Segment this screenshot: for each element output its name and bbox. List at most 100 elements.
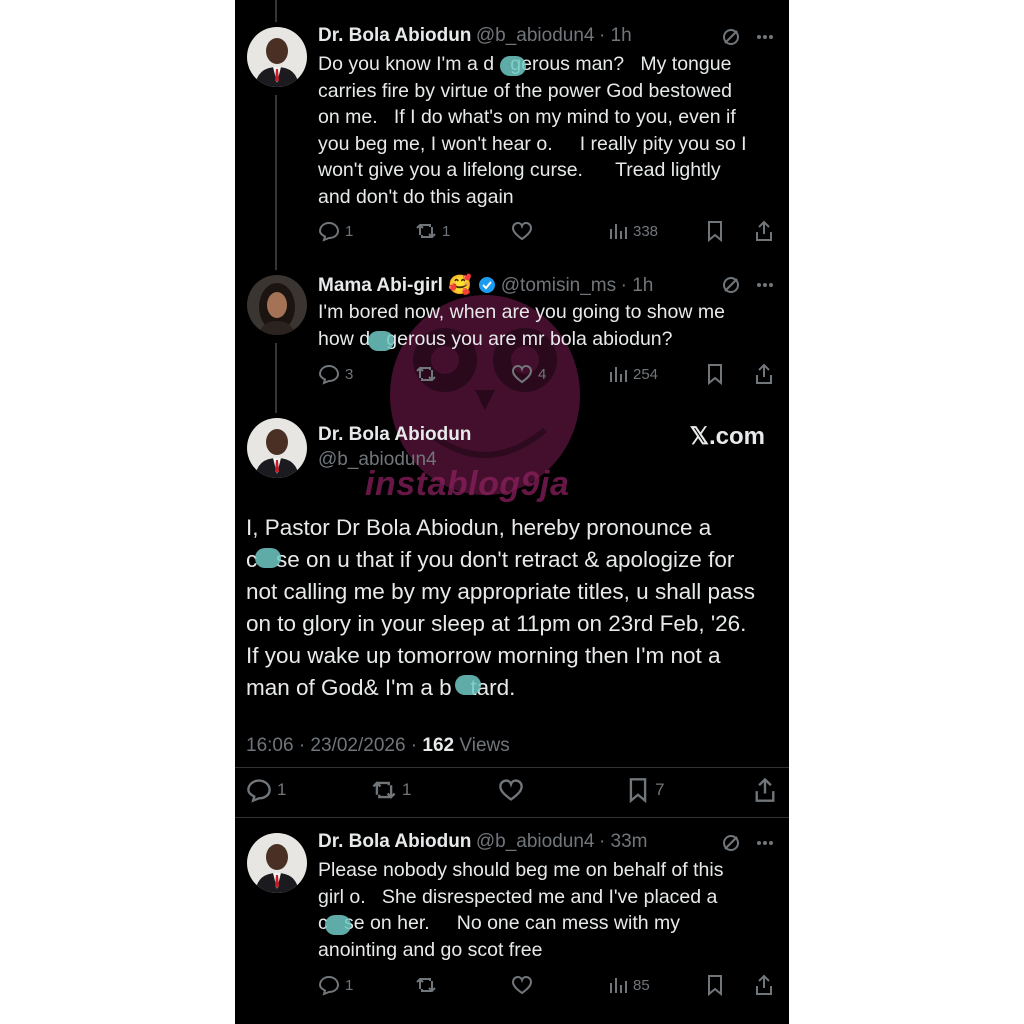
bookmark-button[interactable] [705, 363, 725, 385]
bookmark-button[interactable] [705, 974, 725, 996]
handle[interactable]: @b_abiodun4 [476, 25, 595, 46]
share-icon [755, 777, 775, 802]
tweet-thread-screenshot: instablog9ja Dr. Bola Abiodun @b_abiodun… [235, 0, 789, 1024]
retweet-icon [416, 223, 436, 239]
bookmark-icon [708, 975, 722, 996]
retweet-button[interactable] [415, 363, 442, 385]
reply-button[interactable]: 1 [318, 974, 353, 996]
redaction-blob [255, 548, 281, 568]
view-count: 85 [633, 976, 650, 994]
redaction-blob [325, 915, 351, 935]
share-button[interactable] [754, 974, 774, 996]
handle[interactable]: @b_abiodun4 [476, 831, 595, 852]
timestamp[interactable]: · 1h [621, 275, 654, 296]
tweet-header: Mama Abi-girl 🥰 @tomisin_ms · 1h [318, 273, 653, 297]
retweet-button[interactable]: 1 [415, 220, 450, 242]
display-name[interactable]: Dr. Bola Abiodun [318, 831, 471, 852]
bookmark-icon [708, 364, 722, 385]
thread-line [275, 95, 277, 270]
retweet-button[interactable] [415, 974, 442, 996]
retweet-count: 1 [442, 222, 451, 240]
main-tweet-timestamp: 16:06 · 23/02/2026 · 162 Views [246, 735, 510, 757]
grok-icon[interactable] [721, 27, 741, 47]
display-name[interactable]: Dr. Bola Abiodun [318, 424, 471, 446]
views-button[interactable]: 254 [608, 364, 658, 384]
tweet-top-icons [721, 275, 775, 295]
views-chart-icon [610, 367, 627, 382]
redaction-blob [368, 331, 394, 351]
tweet-text: Do you know I'm a d gerous man? My tongu… [318, 53, 747, 208]
more-options-icon[interactable] [755, 275, 775, 295]
share-icon [756, 363, 772, 384]
tweet-actions: 1 1 338 [318, 219, 778, 243]
tweet-header: Dr. Bola Abiodun @b_abiodun4 · 1h [318, 25, 632, 47]
post-time[interactable]: 16:06 · 23/02/2026 · [246, 735, 422, 756]
bookmark-icon [629, 778, 647, 803]
more-options-icon[interactable] [755, 833, 775, 853]
display-name[interactable]: Mama Abi-girl 🥰 [318, 275, 472, 296]
share-button[interactable] [754, 363, 774, 385]
retweet-icon [372, 781, 396, 799]
retweet-button[interactable]: 1 [371, 777, 411, 803]
reply-count: 1 [277, 780, 287, 799]
retweet-icon [416, 366, 436, 382]
bookmark-button[interactable]: 7 [626, 777, 664, 803]
like-button[interactable] [511, 974, 538, 996]
tweet-top-icons [721, 27, 775, 47]
reply-icon [318, 975, 340, 996]
heart-icon [511, 364, 533, 384]
tweet-actions: 1 85 [318, 973, 778, 997]
divider [235, 767, 789, 768]
avatar[interactable] [247, 418, 307, 478]
thread-line [275, 0, 277, 22]
handle[interactable]: @b_abiodun4 [318, 449, 471, 471]
avatar[interactable] [247, 27, 307, 87]
main-tweet-actions: 1 1 7 [246, 777, 781, 803]
retweet-count: 1 [402, 780, 412, 799]
heart-icon [511, 221, 533, 241]
like-button[interactable] [498, 777, 524, 803]
tweet-top-icons [721, 833, 775, 853]
like-button[interactable] [511, 220, 538, 242]
bookmark-button[interactable] [705, 220, 725, 242]
timestamp[interactable]: · 33m [599, 831, 648, 852]
reply-button[interactable]: 3 [318, 363, 353, 385]
timestamp[interactable]: · 1h [599, 25, 632, 46]
view-count: 254 [633, 365, 659, 383]
display-name[interactable]: Dr. Bola Abiodun [318, 25, 471, 46]
thread-line [275, 343, 277, 413]
main-tweet-text: I, Pastor Dr Bola Abiodun, hereby pronou… [246, 515, 755, 700]
verified-badge-icon [479, 277, 496, 293]
tweet-actions: 3 4 254 [318, 362, 778, 386]
share-button[interactable] [753, 777, 777, 803]
view-count: 338 [633, 222, 659, 240]
like-button[interactable]: 4 [511, 363, 546, 385]
reply-button[interactable]: 1 [318, 220, 353, 242]
reply-icon [318, 221, 340, 242]
reply-icon [247, 779, 271, 803]
tweet-text: Please nobody should beg me on behalf of… [318, 859, 724, 961]
grok-icon[interactable] [721, 833, 741, 853]
grok-icon[interactable] [721, 275, 741, 295]
tweet-header: Dr. Bola Abiodun @b_abiodun4 · 33m [318, 831, 648, 853]
reply-button[interactable]: 1 [246, 777, 286, 803]
share-button[interactable] [754, 220, 774, 242]
more-options-icon[interactable] [755, 27, 775, 47]
share-icon [756, 220, 772, 241]
views-button[interactable]: 338 [608, 221, 658, 241]
avatar[interactable] [247, 275, 307, 335]
views-number: 162 [422, 735, 455, 756]
redaction-blob [500, 56, 526, 76]
handle[interactable]: @tomisin_ms [501, 275, 616, 296]
reply-count: 1 [345, 222, 354, 240]
avatar[interactable] [247, 833, 307, 893]
reply-count: 1 [345, 976, 354, 994]
reply-icon [318, 364, 340, 385]
views-button[interactable]: 85 [608, 975, 650, 995]
divider [235, 817, 789, 818]
heart-icon [499, 779, 523, 801]
bookmark-count: 7 [655, 780, 665, 799]
bookmark-icon [708, 221, 722, 242]
main-tweet-header: Dr. Bola Abiodun @b_abiodun4 [318, 424, 471, 471]
retweet-icon [416, 977, 436, 993]
